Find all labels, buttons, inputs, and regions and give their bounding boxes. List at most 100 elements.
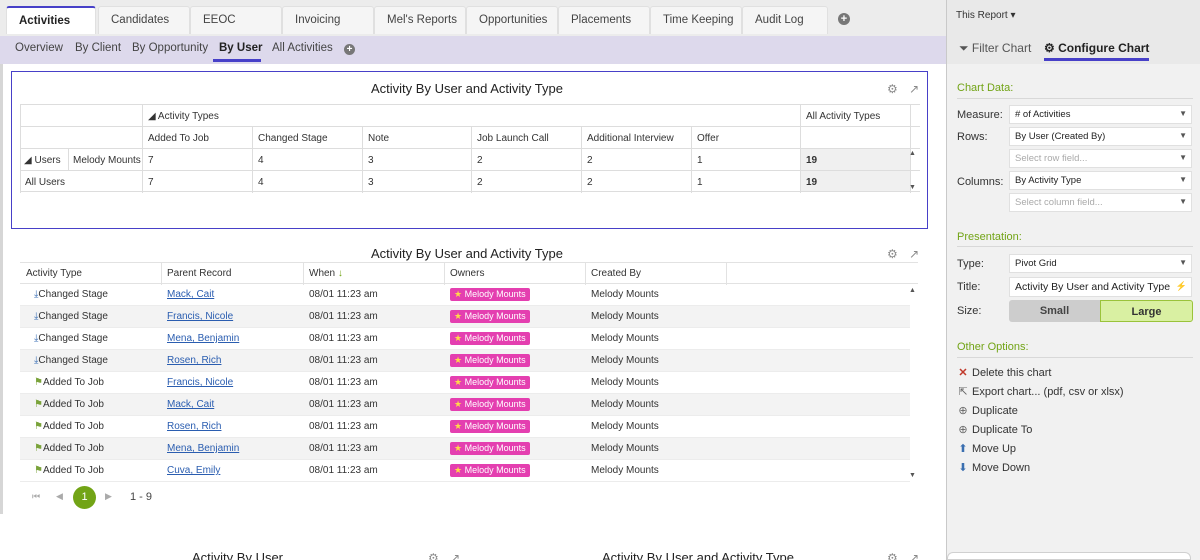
first-page-icon[interactable]: ⏮ (32, 491, 40, 502)
chart-settings-expand-icon[interactable]: ⚙ ↗ (428, 551, 464, 560)
table-row[interactable]: ⚑Added To Job Mack, Cait 08/01 11:23 am … (20, 394, 910, 416)
title-input[interactable]: Activity By User and Activity Type ⚡ (1009, 277, 1192, 297)
chart-settings-expand-icon[interactable]: ⚙ ↗ (887, 551, 923, 560)
tab-eeoc[interactable]: EEOC (190, 6, 282, 34)
owner-badge[interactable]: ★ Melody Mounts (450, 442, 530, 455)
owner-name: Melody Mounts (464, 399, 526, 409)
parent-record-link[interactable]: Francis, Nicole (167, 377, 233, 388)
chart-settings-expand-icon[interactable]: ⚙ ↗ (887, 82, 923, 96)
list-scroll-up[interactable]: ▲ (909, 287, 916, 294)
col-header-when[interactable]: When ↓ (309, 268, 343, 279)
activity-type-cell: ⤓Changed Stage (34, 289, 108, 300)
star-icon: ★ (454, 443, 463, 453)
owner-name: Melody Mounts (464, 311, 526, 321)
type-select[interactable]: Pivot Grid ▼ (1009, 254, 1192, 273)
parent-record-link[interactable]: Rosen, Rich (167, 421, 221, 432)
table-row[interactable]: ⤓Changed Stage Mena, Benjamin 08/01 11:2… (20, 328, 910, 350)
parent-record-link[interactable]: Mack, Cait (167, 289, 214, 300)
col-header-activity-type[interactable]: Activity Type (26, 268, 82, 279)
owner-badge[interactable]: ★ Melody Mounts (450, 420, 530, 433)
tab-time-keeping[interactable]: Time Keeping (650, 6, 742, 34)
pivot-col-group-label[interactable]: ◢ Activity Types (148, 111, 219, 122)
chart-title-activity-by-user-type: Activity By User and Activity Type (602, 550, 794, 560)
row-field-select[interactable]: Select row field... ▼ (1009, 149, 1192, 168)
move-down-option[interactable]: ⬇ Move Down (957, 461, 1030, 474)
measure-select[interactable]: # of Activities ▼ (1009, 105, 1192, 124)
other-options-heading: Other Options: (957, 341, 1029, 353)
subtab-by-client[interactable]: By Client (75, 42, 121, 54)
tab-mels-reports[interactable]: Mel's Reports (374, 6, 466, 34)
column-field-select[interactable]: Select column field... ▼ (1009, 193, 1192, 212)
size-large-button[interactable]: Large (1100, 300, 1193, 322)
pivot-col-header: Offer (697, 133, 720, 144)
col-header-parent-record[interactable]: Parent Record (167, 268, 231, 279)
tab-activities[interactable]: Activities (6, 6, 96, 34)
owner-badge[interactable]: ★ Melody Mounts (450, 376, 530, 389)
columns-select[interactable]: By Activity Type ▼ (1009, 171, 1192, 190)
pivot-grid-line (691, 126, 692, 193)
pivot-row-group-label[interactable]: ◢ Users (24, 155, 61, 166)
parent-record-link[interactable]: Francis, Nicole (167, 311, 233, 322)
parent-record-link[interactable]: Mack, Cait (167, 399, 214, 410)
duplicate-to-option[interactable]: ⊕ Duplicate To (957, 423, 1032, 436)
pivot-grid-line (362, 126, 363, 193)
rows-select[interactable]: By User (Created By) ▼ (1009, 127, 1192, 146)
chart-settings-expand-icon[interactable]: ⚙ ↗ (887, 247, 923, 261)
col-header-owners[interactable]: Owners (450, 268, 484, 279)
owner-badge[interactable]: ★ Melody Mounts (450, 288, 530, 301)
subtab-by-opportunity[interactable]: By Opportunity (132, 42, 208, 54)
tab-invoicing[interactable]: Invoicing (282, 6, 374, 34)
col-header-created-by[interactable]: Created By (591, 268, 641, 279)
export-chart-option[interactable]: ⇱ Export chart... (pdf, csv or xlsx) (957, 385, 1123, 398)
subtab-by-user[interactable]: By User (219, 42, 262, 54)
list-scroll-down[interactable]: ▼ (909, 472, 916, 479)
subtab-overview[interactable]: Overview (15, 42, 63, 54)
table-row[interactable]: ⚑Added To Job Mena, Benjamin 08/01 11:23… (20, 438, 910, 460)
table-row[interactable]: ⚑Added To Job Rosen, Rich 08/01 11:23 am… (20, 416, 910, 438)
subtab-all-activities[interactable]: All Activities (272, 42, 333, 54)
parent-record-link[interactable]: Cuva, Emily (167, 465, 220, 476)
pivot-col-header: Changed Stage (258, 133, 328, 144)
activity-type-label: Added To Job (42, 399, 104, 410)
tab-audit-log[interactable]: Audit Log (742, 6, 828, 34)
duplicate-option[interactable]: ⊕ Duplicate (957, 404, 1018, 417)
pivot-scroll-down[interactable]: ▼ (909, 184, 916, 191)
add-subtab-icon[interactable]: + (344, 44, 355, 55)
parent-record-link[interactable]: Rosen, Rich (167, 355, 221, 366)
parent-record-link[interactable]: Mena, Benjamin (167, 443, 239, 454)
owner-badge[interactable]: ★ Melody Mounts (450, 398, 530, 411)
size-small-button[interactable]: Small (1009, 300, 1100, 322)
parent-record-link[interactable]: Mena, Benjamin (167, 333, 239, 344)
report-selector[interactable]: This Report ▾ (956, 10, 1015, 21)
option-label: Duplicate (972, 405, 1018, 417)
owner-badge[interactable]: ★ Melody Mounts (450, 464, 530, 477)
owner-name: Melody Mounts (464, 377, 526, 387)
delete-chart-option[interactable]: ✕ Delete this chart (957, 366, 1051, 379)
pivot-col-header: Added To Job (148, 133, 209, 144)
owner-badge[interactable]: ★ Melody Mounts (450, 332, 530, 345)
tab-configure-chart[interactable]: ⚙ Configure Chart (1044, 41, 1149, 55)
owner-badge[interactable]: ★ Melody Mounts (450, 310, 530, 323)
add-tab-icon[interactable]: + (838, 13, 850, 25)
lightning-icon[interactable]: ⚡ (1176, 281, 1187, 292)
tab-candidates[interactable]: Candidates (98, 6, 190, 34)
owner-badge[interactable]: ★ Melody Mounts (450, 354, 530, 367)
when-cell: 08/01 11:23 am (309, 377, 378, 388)
owner-name: Melody Mounts (464, 421, 526, 431)
current-page-button[interactable]: 1 (73, 486, 96, 509)
header-separator (726, 263, 727, 285)
table-row[interactable]: ⤓Changed Stage Rosen, Rich 08/01 11:23 a… (20, 350, 910, 372)
table-row[interactable]: ⤓Changed Stage Mack, Cait 08/01 11:23 am… (20, 284, 910, 306)
table-row[interactable]: ⚑Added To Job Cuva, Emily 08/01 11:23 am… (20, 460, 910, 482)
move-up-option[interactable]: ⬆ Move Up (957, 442, 1016, 455)
tab-filter-chart[interactable]: ⏷ Filter Chart (959, 41, 1031, 56)
next-page-icon[interactable]: ▶ (105, 491, 112, 502)
pivot-scroll-up[interactable]: ▲ (909, 150, 916, 157)
type-label: Type: (957, 258, 984, 270)
tab-placements[interactable]: Placements (558, 6, 650, 34)
table-row[interactable]: ⚑Added To Job Francis, Nicole 08/01 11:2… (20, 372, 910, 394)
pivot-grid-line (252, 126, 253, 193)
prev-page-icon[interactable]: ◀ (56, 491, 63, 502)
tab-opportunities[interactable]: Opportunities (466, 6, 558, 34)
table-row[interactable]: ⤓Changed Stage Francis, Nicole 08/01 11:… (20, 306, 910, 328)
